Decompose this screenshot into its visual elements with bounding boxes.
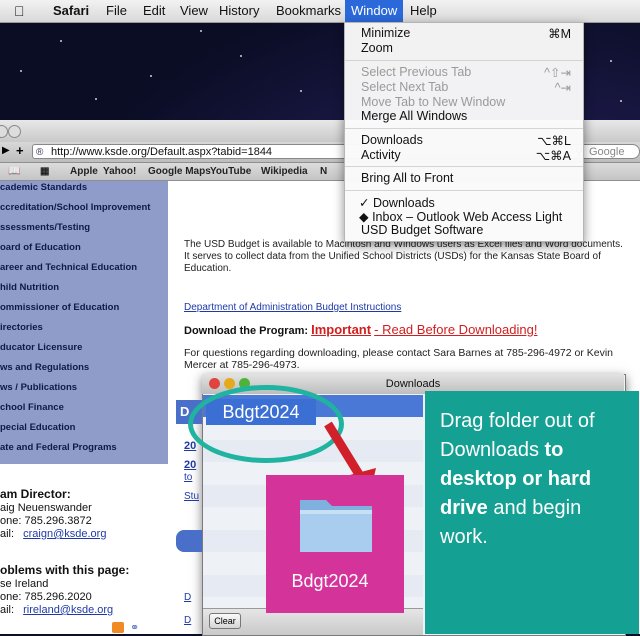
url-field[interactable]: ® http://www.ksde.org/Default.aspx?tabid… (32, 144, 362, 159)
menu-item-downloads[interactable]: Downloads ⌥⌘L (361, 133, 571, 148)
url-text: http://www.ksde.org/Default.aspx?tabid=1… (51, 146, 273, 158)
rss-icon[interactable] (112, 622, 124, 633)
download-link-fragment[interactable]: to (184, 472, 192, 483)
grid-icon[interactable]: ▦ (40, 166, 49, 177)
team-email-row: ail: craign@ksde.org (0, 528, 106, 540)
bookmark-n[interactable]: N (320, 166, 327, 177)
sidebar-item[interactable]: oard of Education (0, 242, 168, 253)
download-link-fragment[interactable]: D (184, 592, 191, 603)
menu-history[interactable]: History (219, 3, 259, 18)
menu-item-window-inbox[interactable]: ◆ Inbox – Outlook Web Access Light (359, 209, 569, 224)
intro-paragraph: The USD Budget is available to Macintosh… (184, 239, 623, 274)
sidebar-item[interactable]: cademic Standards (0, 182, 168, 193)
folder-icon[interactable] (296, 488, 376, 558)
team-title: am Director: (0, 487, 71, 501)
team-name: aig Neuenswander (0, 502, 92, 514)
team-email-label: ail: (0, 528, 15, 540)
bookmark-youtube[interactable]: YouTube (210, 166, 251, 177)
sidebar-item[interactable]: ccreditation/School Improvement (0, 202, 168, 213)
instruction-callout: Drag folder out of Downloads to desktop … (425, 391, 639, 634)
sidebar-item[interactable]: areer and Technical Education (0, 262, 168, 273)
clear-button[interactable]: Clear (209, 613, 241, 629)
problems-email-label: ail: (0, 604, 15, 616)
read-before-downloading-link[interactable]: - Read Before Downloading! (374, 322, 537, 337)
menu-file[interactable]: File (106, 3, 127, 18)
section-button-fragment (176, 530, 202, 552)
sidebar-item[interactable]: irectories (0, 322, 168, 333)
menu-bookmarks[interactable]: Bookmarks (276, 3, 341, 18)
sidebar-item[interactable]: ate and Federal Programs (0, 442, 168, 453)
forward-arrow-icon[interactable]: ▶ (2, 145, 10, 156)
menu-help[interactable]: Help (410, 3, 437, 18)
download-link-fragment[interactable]: 20 (184, 440, 196, 452)
minimize-window-icon[interactable] (224, 378, 235, 389)
team-email-link[interactable]: craign@ksde.org (23, 528, 106, 540)
menu-separator (345, 166, 583, 167)
download-program-row: Download the Program: Important - Read B… (184, 322, 537, 337)
important-link[interactable]: Important (311, 322, 371, 337)
close-window-icon[interactable] (209, 378, 220, 389)
add-bookmark-icon[interactable]: + (16, 143, 24, 158)
menu-item-activity[interactable]: Activity ⌥⌘A (361, 148, 571, 163)
problems-email-row: ail: rireland@ksde.org (0, 604, 113, 616)
problems-title: oblems with this page: (0, 563, 130, 577)
sidebar-contacts: am Director: aig Neuenswander one: 785.2… (0, 464, 168, 634)
menu-separator (345, 190, 583, 191)
sidebar-item[interactable]: ommissioner of Education (0, 302, 168, 313)
menu-item-select-next-tab: Select Next Tab ^⇥ (361, 80, 571, 95)
menu-bar:  Safari File Edit View History Bookmark… (0, 0, 640, 23)
menu-edit[interactable]: Edit (143, 3, 165, 18)
admin-budget-link[interactable]: Department of Administration Budget Inst… (184, 302, 401, 314)
menu-window[interactable]: Window (345, 0, 404, 22)
menu-item-merge-all-windows[interactable]: Merge All Windows (361, 109, 571, 123)
sidebar-item[interactable]: ws and Regulations (0, 362, 168, 373)
sidebar-item[interactable]: hild Nutrition (0, 282, 168, 293)
menu-item-window-usd-budget[interactable]: USD Budget Software (361, 223, 571, 237)
problems-phone: one: 785.296.2020 (0, 591, 92, 603)
search-placeholder: Google (589, 146, 625, 158)
site-icon: ® (36, 147, 44, 158)
bookmark-apple[interactable]: Apple (70, 166, 98, 177)
sidebar-item[interactable]: ws / Publications (0, 382, 168, 393)
problems-email-link[interactable]: rireland@ksde.org (23, 604, 113, 616)
download-link-fragment[interactable]: 20 (184, 459, 196, 471)
sidebar-item[interactable]: pecial Education (0, 422, 168, 433)
bookmark-google-maps[interactable]: Google Maps (148, 166, 211, 177)
apple-menu-icon[interactable]:  (14, 3, 25, 19)
sidebar-item[interactable]: ssessments/Testing (0, 222, 168, 233)
menu-view[interactable]: View (180, 3, 208, 18)
menu-item-move-tab: Move Tab to New Window (361, 95, 506, 109)
window-menu-dropdown: Minimize ⌘M Zoom Select Previous Tab ^⇧⇥ S… (344, 22, 584, 242)
share-icon[interactable]: ⚭ (130, 621, 139, 634)
download-link-fragment[interactable]: Stu (184, 491, 199, 502)
sidebar-nav: cademic Standards ccreditation/School Im… (0, 181, 168, 464)
menu-separator (345, 60, 583, 61)
sidebar-item[interactable]: chool Finance (0, 402, 168, 413)
bookmark-wikipedia[interactable]: Wikipedia (261, 166, 308, 177)
window-button-icon[interactable] (8, 125, 21, 138)
downloads-title: Downloads (385, 378, 441, 390)
menu-item-minimize[interactable]: Minimize ⌘M (361, 26, 571, 41)
callout-text-1: Drag folder out of Downloads (440, 410, 595, 461)
menu-item-zoom[interactable]: Zoom (361, 41, 571, 55)
sidebar-item[interactable]: ducator Licensure (0, 342, 168, 353)
folder-caption: Bdgt2024 (274, 567, 386, 595)
menu-item-window-downloads[interactable]: ✓ Downloads (359, 195, 569, 210)
team-phone: one: 785.296.3872 (0, 515, 92, 527)
menu-item-select-previous-tab: Select Previous Tab ^⇧⇥ (361, 65, 571, 80)
menu-item-bring-all-to-front[interactable]: Bring All to Front (361, 171, 571, 185)
questions-paragraph: For questions regarding downloading, ple… (184, 347, 614, 371)
menu-safari[interactable]: Safari (53, 3, 89, 18)
download-label: Download the Program: (184, 325, 309, 337)
bookmark-yahoo[interactable]: Yahoo! (103, 166, 136, 177)
reading-list-icon[interactable]: 📖 (8, 166, 20, 177)
window-button-icon[interactable] (0, 125, 8, 138)
download-link-fragment[interactable]: D (184, 615, 191, 626)
menu-separator (345, 128, 583, 129)
section-header-letter: D (180, 404, 190, 419)
problems-name: se Ireland (0, 578, 49, 590)
